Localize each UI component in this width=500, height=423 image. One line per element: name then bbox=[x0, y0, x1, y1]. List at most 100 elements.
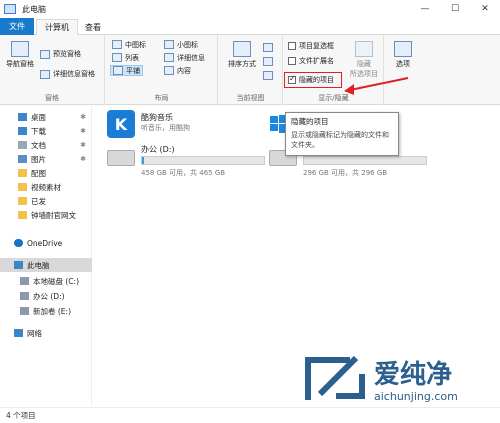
layout-option-label: 中图标 bbox=[125, 40, 146, 49]
sidebar-item-label: 文档 bbox=[31, 140, 46, 150]
sidebar-item-label: 本地磁盘 (C:) bbox=[33, 276, 79, 286]
add-columns-icon bbox=[263, 57, 273, 66]
nav-pane-icon bbox=[11, 41, 29, 57]
hidden-items-tooltip: 隐藏的项目 显示或隐藏标记为隐藏的文件和文件夹。 bbox=[285, 112, 399, 156]
tab-computer[interactable]: 计算机 bbox=[36, 19, 78, 35]
sidebar-item-label: 已发 bbox=[31, 196, 46, 206]
group-layout-label: 布局 bbox=[154, 94, 169, 102]
preview-pane-button[interactable]: 预览窗格 bbox=[40, 49, 81, 59]
layout-list[interactable]: 列表 bbox=[110, 52, 141, 63]
sidebar-item-label: 网络 bbox=[27, 328, 42, 338]
item-checkbox-toggle[interactable]: 项目复选框 bbox=[288, 41, 334, 51]
document-icon bbox=[18, 141, 27, 149]
download-icon bbox=[18, 127, 27, 135]
group-current-view-label: 当前视图 bbox=[236, 94, 265, 102]
layout-small-icons[interactable]: 小图标 bbox=[162, 39, 200, 50]
group-by-icon bbox=[263, 43, 273, 52]
folder-icon bbox=[18, 183, 27, 191]
sidebar-item-network[interactable]: 网络 bbox=[0, 326, 92, 340]
drive-e-free-space: 296 GB 可用，共 296 GB bbox=[303, 169, 388, 177]
folder-icon bbox=[18, 197, 27, 205]
sidebar-item-folder-3[interactable]: 已发 bbox=[0, 194, 92, 208]
item-checkbox-label: 项目复选框 bbox=[299, 42, 334, 50]
sidebar-item-onedrive[interactable]: OneDrive bbox=[0, 236, 92, 250]
nav-pane-button[interactable]: 导航窗格 bbox=[4, 41, 36, 69]
folder-icon bbox=[18, 211, 27, 219]
file-ext-toggle[interactable]: 文件扩展名 bbox=[288, 56, 334, 66]
app-tile[interactable]: K 酷狗音乐 听音乐，用酷狗 bbox=[107, 110, 267, 140]
details-pane-button[interactable]: 详细信息窗格 bbox=[40, 69, 95, 79]
layout-details[interactable]: 详细信息 bbox=[162, 52, 207, 63]
checkbox-icon bbox=[288, 42, 296, 50]
tab-view[interactable]: 查看 bbox=[78, 19, 108, 35]
picture-icon bbox=[18, 155, 27, 163]
sort-icon bbox=[233, 41, 251, 57]
sidebar-item-this-pc[interactable]: 此电脑 bbox=[0, 258, 92, 272]
pin-icon: ✱ bbox=[80, 141, 86, 149]
tab-file[interactable]: 文件 bbox=[0, 18, 34, 35]
layout-content[interactable]: 内容 bbox=[162, 65, 193, 76]
details-icon bbox=[164, 53, 174, 62]
navigation-pane: 桌面 ✱ 下载 ✱ 文档 ✱ 图片 ✱ 配图 视频素材 已发 钟墙耐官网文 OneDri… bbox=[0, 106, 92, 406]
sidebar-item-folder-1[interactable]: 配图 bbox=[0, 166, 92, 180]
checkbox-icon bbox=[288, 57, 296, 65]
drive-d-tile[interactable]: 办公 (D:) 458 GB 可用，共 465 GB bbox=[107, 142, 277, 178]
layout-option-label: 列表 bbox=[125, 53, 139, 62]
sidebar-item-label: OneDrive bbox=[27, 238, 63, 248]
app-tile-subtitle: 听音乐，用酷狗 bbox=[141, 124, 190, 132]
sidebar-item-drive-d[interactable]: 办公 (D:) bbox=[0, 289, 92, 303]
highlight-box bbox=[284, 72, 342, 88]
pin-icon: ✱ bbox=[80, 113, 86, 121]
maximize-button[interactable]: ☐ bbox=[440, 0, 470, 18]
add-columns-button[interactable] bbox=[263, 57, 276, 66]
tooltip-body: 显示或隐藏标记为隐藏的文件和文件夹。 bbox=[291, 131, 389, 149]
annotation-arrow bbox=[344, 77, 409, 95]
sidebar-item-drive-e[interactable]: 新加卷 (E:) bbox=[0, 304, 92, 318]
group-by-button[interactable] bbox=[263, 43, 276, 52]
sidebar-item-pictures[interactable]: 图片 ✱ bbox=[0, 152, 92, 166]
layout-option-label: 平铺 bbox=[126, 66, 140, 75]
small-icons-icon bbox=[164, 40, 174, 49]
sidebar-item-label: 此电脑 bbox=[27, 260, 50, 270]
tooltip-title: 隐藏的项目 bbox=[291, 117, 329, 126]
minimize-button[interactable]: — bbox=[410, 0, 440, 18]
content-icon bbox=[164, 66, 174, 75]
drive-d-title: 办公 (D:) bbox=[141, 145, 175, 154]
sidebar-item-label: 新加卷 (E:) bbox=[33, 306, 72, 316]
layout-medium-icons[interactable]: 中图标 bbox=[110, 39, 148, 50]
layout-tiles[interactable]: 平铺 bbox=[110, 65, 143, 76]
group-pane-label: 窗格 bbox=[45, 94, 59, 102]
watermark: 爱纯净 aichunjing.com bbox=[300, 350, 500, 410]
layout-option-label: 小图标 bbox=[177, 40, 198, 49]
file-ext-label: 文件扩展名 bbox=[299, 57, 334, 65]
sidebar-item-label: 图片 bbox=[31, 154, 46, 164]
options-icon bbox=[394, 41, 412, 57]
sidebar-item-label: 办公 (D:) bbox=[33, 291, 65, 301]
details-pane-icon bbox=[40, 69, 50, 79]
sidebar-item-drive-c[interactable]: 本地磁盘 (C:) bbox=[0, 274, 92, 288]
watermark-logo bbox=[305, 355, 365, 400]
sidebar-item-folder-4[interactable]: 钟墙耐官网文 bbox=[0, 208, 92, 222]
item-count: 4 个项目 bbox=[6, 411, 36, 420]
app-tile-title: 酷狗音乐 bbox=[141, 113, 173, 122]
group-current-view: 排序方式 当前视图 bbox=[219, 35, 283, 105]
drive-icon bbox=[20, 307, 29, 315]
ribbon-tabs: 文件 计算机 查看 bbox=[0, 18, 500, 35]
close-button[interactable]: ✕ bbox=[470, 0, 500, 18]
drive-e-usage-bar bbox=[303, 156, 427, 165]
tiles-icon bbox=[113, 66, 123, 75]
drive-icon bbox=[20, 292, 29, 300]
drive-d-free-space: 458 GB 可用，共 465 GB bbox=[141, 169, 226, 177]
sidebar-item-downloads[interactable]: 下载 ✱ bbox=[0, 124, 92, 138]
sort-button[interactable]: 排序方式 bbox=[225, 41, 259, 69]
drive-d-usage-fill bbox=[142, 157, 144, 164]
sidebar-item-folder-2[interactable]: 视频素材 bbox=[0, 180, 92, 194]
size-columns-icon bbox=[263, 71, 273, 80]
size-columns-button[interactable] bbox=[263, 71, 276, 80]
music-app-icon: K bbox=[107, 110, 135, 138]
nav-pane-label: 导航窗格 bbox=[6, 60, 34, 68]
computer-icon bbox=[14, 261, 23, 269]
sidebar-item-documents[interactable]: 文档 ✱ bbox=[0, 138, 92, 152]
preview-pane-icon bbox=[40, 49, 50, 59]
sidebar-item-desktop[interactable]: 桌面 ✱ bbox=[0, 110, 92, 124]
